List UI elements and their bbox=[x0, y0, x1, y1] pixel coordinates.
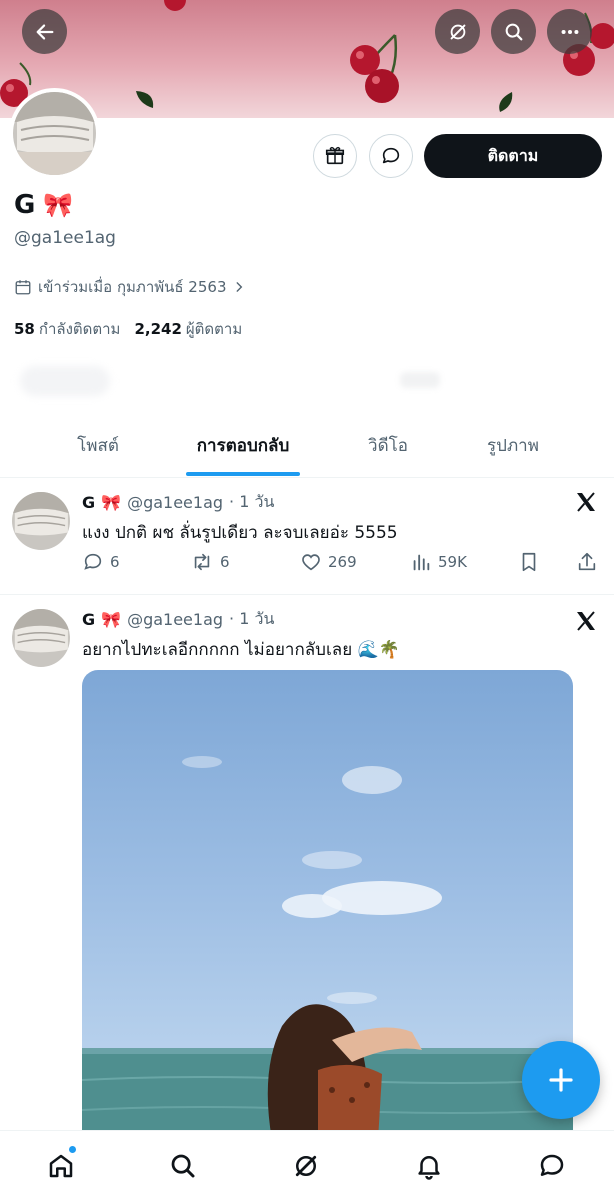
joined-text: เข้าร่วมเมื่อ กุมภาพันธ์ 2563 bbox=[38, 278, 227, 296]
profile-avatar[interactable] bbox=[9, 88, 100, 179]
message-bubble-icon bbox=[382, 147, 400, 164]
repost-count: 6 bbox=[220, 553, 230, 571]
avatar-image bbox=[13, 92, 96, 175]
messages-icon bbox=[540, 1154, 564, 1176]
cherry-decoration bbox=[164, 0, 186, 11]
more-icon bbox=[561, 29, 578, 34]
x-logo-icon[interactable] bbox=[574, 490, 598, 514]
nav-home[interactable] bbox=[44, 1149, 78, 1183]
search-button[interactable] bbox=[491, 9, 536, 54]
blurred-content bbox=[20, 362, 440, 398]
avatar-image bbox=[12, 609, 70, 667]
back-button[interactable] bbox=[22, 9, 67, 54]
grok-icon bbox=[295, 1155, 317, 1177]
profile-tabs: โพสต์ การตอบกลับ วิดีโอ รูปภาพ bbox=[0, 418, 614, 478]
profile-name: G 🎀 bbox=[14, 190, 73, 220]
followers-count: 2,242 bbox=[134, 320, 182, 338]
post-timestamp[interactable]: · 1 วัน bbox=[229, 607, 274, 632]
post-author-handle[interactable]: @ga1ee1ag bbox=[127, 493, 223, 512]
like-button[interactable]: 269 bbox=[300, 551, 357, 573]
bow-emoji: 🎀 bbox=[101, 493, 122, 512]
bow-emoji: 🎀 bbox=[101, 610, 122, 629]
views-icon bbox=[413, 554, 430, 571]
grok-icon bbox=[450, 24, 465, 39]
post-author-handle[interactable]: @ga1ee1ag bbox=[127, 610, 223, 629]
bow-emoji: 🎀 bbox=[43, 191, 74, 219]
following-count: 58 bbox=[14, 320, 35, 338]
post-item[interactable]: G 🎀 @ga1ee1ag · 1 วัน แงง ปกติ ผช ลั่นรู… bbox=[0, 478, 614, 594]
follow-stats: 58 กำลังติดตาม 2,242 ผู้ติดตาม bbox=[14, 317, 242, 341]
post-text: แงง ปกติ ผช ลั่นรูปเดียว ละจบเลยอ่ะ 5555 bbox=[82, 523, 398, 543]
back-arrow-icon bbox=[36, 23, 53, 40]
tab-replies[interactable]: การตอบกลับ bbox=[180, 432, 306, 459]
reply-count: 6 bbox=[110, 553, 120, 571]
message-button[interactable] bbox=[369, 134, 413, 178]
notifications-icon bbox=[418, 1156, 440, 1180]
more-button[interactable] bbox=[547, 9, 592, 54]
post-text: อยากไปทะเลอีกกกกก ไม่อยากลับเลย 🌊🌴 bbox=[82, 640, 400, 660]
share-button[interactable] bbox=[576, 551, 598, 573]
nav-grok[interactable] bbox=[289, 1149, 323, 1183]
beach-photo-image bbox=[82, 756, 573, 1140]
post-photo[interactable] bbox=[82, 670, 573, 1140]
profile-handle: @ga1ee1ag bbox=[14, 228, 116, 248]
profile-name-text: G bbox=[14, 190, 36, 220]
home-icon bbox=[49, 1154, 73, 1178]
nav-search[interactable] bbox=[166, 1149, 200, 1183]
repost-icon bbox=[194, 553, 210, 571]
search-icon bbox=[505, 23, 522, 40]
tab-posts[interactable]: โพสต์ bbox=[58, 432, 138, 459]
chevron-right-icon bbox=[237, 282, 243, 292]
heart-icon bbox=[302, 554, 320, 571]
followers-label: ผู้ติดตาม bbox=[185, 320, 243, 338]
notification-dot bbox=[68, 1145, 77, 1154]
reply-icon bbox=[84, 553, 102, 570]
active-tab-indicator bbox=[186, 472, 300, 476]
post-header: G 🎀 @ga1ee1ag · 1 วัน bbox=[82, 607, 274, 632]
grok-button[interactable] bbox=[435, 9, 480, 54]
reply-button[interactable]: 6 bbox=[82, 551, 120, 573]
post-header: G 🎀 @ga1ee1ag · 1 วัน bbox=[82, 490, 274, 515]
following-label: กำลังติดตาม bbox=[38, 320, 121, 338]
post-avatar[interactable] bbox=[12, 609, 70, 667]
calendar-icon bbox=[15, 280, 31, 295]
post-author-name[interactable]: G bbox=[82, 610, 95, 629]
nav-notifications[interactable] bbox=[412, 1149, 446, 1183]
follow-button[interactable]: ติดตาม bbox=[424, 134, 602, 178]
bookmark-button[interactable] bbox=[518, 551, 540, 573]
post-timestamp[interactable]: · 1 วัน bbox=[229, 490, 274, 515]
compose-post-button[interactable] bbox=[522, 1041, 600, 1119]
gift-icon bbox=[325, 146, 345, 165]
tab-photos[interactable]: รูปภาพ bbox=[470, 432, 556, 459]
cherry-decoration bbox=[350, 34, 399, 103]
gift-button[interactable] bbox=[313, 134, 357, 178]
following-stat[interactable]: 58 กำลังติดตาม bbox=[14, 317, 120, 341]
avatar-image bbox=[12, 492, 70, 550]
like-count: 269 bbox=[328, 553, 357, 571]
post-author-name[interactable]: G bbox=[82, 493, 95, 512]
nav-messages[interactable] bbox=[535, 1149, 569, 1183]
view-count: 59K bbox=[438, 553, 467, 571]
x-logo-icon[interactable] bbox=[574, 609, 598, 633]
bottom-navigation bbox=[0, 1130, 614, 1200]
repost-button[interactable]: 6 bbox=[190, 551, 230, 573]
tab-videos[interactable]: วิดีโอ bbox=[348, 432, 428, 459]
followers-stat[interactable]: 2,242 ผู้ติดตาม bbox=[134, 317, 242, 341]
views-button[interactable]: 59K bbox=[410, 551, 467, 573]
joined-date[interactable]: เข้าร่วมเมื่อ กุมภาพันธ์ 2563 bbox=[14, 275, 246, 299]
plus-icon bbox=[549, 1068, 573, 1092]
post-actions: 6 6 269 59K bbox=[82, 551, 602, 575]
search-icon bbox=[171, 1154, 195, 1178]
bookmark-icon bbox=[522, 552, 536, 572]
leaf-decoration bbox=[499, 92, 513, 112]
leaf-decoration bbox=[136, 91, 154, 108]
share-icon bbox=[578, 552, 596, 571]
post-avatar[interactable] bbox=[12, 492, 70, 550]
